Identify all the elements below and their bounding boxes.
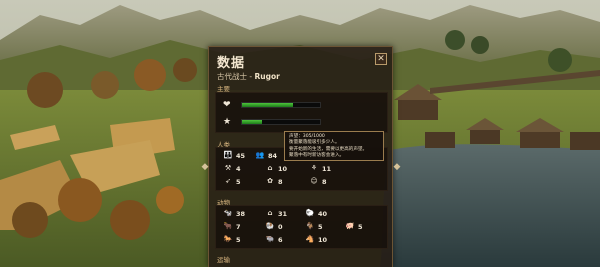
shelter-icon: ⌂	[267, 209, 273, 217]
people-gatherers-value: 8	[278, 177, 283, 186]
animals-shelter: ⌂ 31	[265, 209, 287, 218]
animals-sheep: 🐏 0	[265, 222, 283, 231]
panel-title: 数据	[217, 56, 246, 71]
animals-oxen: 🐃 6	[265, 235, 283, 244]
farmer-icon: ⚘	[310, 164, 318, 172]
animals-goats: 🐐 5	[305, 222, 323, 231]
sheep-icon: 🐏	[265, 222, 275, 230]
animals-goats-value: 5	[318, 222, 323, 231]
animals-flock-value: 40	[318, 209, 328, 218]
people-builders: ⌂ 10	[265, 164, 287, 173]
animals-oxen-value: 6	[278, 235, 283, 244]
animals-donkeys-value: 10	[318, 235, 328, 244]
builder-icon: ⌂	[267, 164, 273, 172]
animals-pigs-value: 5	[358, 222, 363, 231]
heart-hand-icon: ❤	[223, 100, 231, 110]
gatherer-icon: ✿	[267, 177, 273, 185]
prestige-bar	[241, 119, 321, 125]
people-hunters-value: 5	[236, 177, 241, 186]
people-hunters: ➶ 5	[223, 177, 241, 186]
adult-icon: 👥	[255, 151, 265, 159]
animals-cows: 🐂 7	[223, 222, 241, 231]
animals-flock: 🐑 40	[305, 209, 327, 218]
animals-horses: 🐎 5	[223, 235, 241, 244]
close-button[interactable]: ✕	[375, 53, 387, 65]
animals-horses-value: 5	[236, 235, 241, 244]
prestige-bar-fill	[242, 120, 263, 124]
subtitle-prefix: 古代战士 -	[217, 72, 255, 81]
animals-shelter-value: 31	[278, 209, 288, 218]
flock-icon: 🐑	[305, 209, 315, 217]
people-children-value: 8	[322, 177, 327, 186]
people-gatherers: ✿ 8	[265, 177, 283, 186]
tooltip-line-3: 聚落中有时新访客会进入。	[289, 153, 345, 159]
horse-icon: 🐎	[223, 235, 233, 243]
pig-icon: 🐖	[345, 222, 355, 230]
settlement-subtitle: 古代战士 - Rugor	[217, 71, 280, 82]
people-total-value: 45	[236, 151, 246, 160]
star-icon: ★	[223, 117, 232, 127]
prev-arrow-icon[interactable]: ◆	[200, 161, 210, 173]
herd-icon: 🐄	[223, 209, 233, 217]
group-icon: 👪	[223, 151, 233, 159]
people-workers: ⚒ 4	[223, 164, 241, 173]
people-adults-value: 84	[268, 151, 278, 160]
donkey-icon: 🐴	[305, 235, 315, 243]
people-workers-value: 4	[236, 164, 241, 173]
prestige-tooltip: 声望：305/1000 衡量聚落能吸引多少人。 要开始新的生活，需要以更高的声望…	[284, 131, 384, 161]
happiness-bar-row[interactable]: ❤	[223, 100, 321, 110]
animals-donkeys: 🐴 10	[305, 235, 327, 244]
people-adults: 👥 84	[255, 151, 277, 160]
people-farmers: ⚘ 11	[309, 164, 331, 173]
people-children: ☺ 8	[309, 177, 327, 186]
hunter-icon: ➶	[225, 177, 231, 185]
happiness-bar	[241, 102, 321, 108]
cow-icon: 🐂	[223, 222, 233, 230]
prestige-bar-row[interactable]: ★	[223, 117, 321, 127]
worker-icon: ⚒	[224, 164, 232, 172]
leader-name: Rugor	[254, 72, 280, 81]
ox-icon: 🐃	[265, 235, 275, 243]
people-builders-value: 10	[278, 164, 288, 173]
animals-cows-value: 7	[236, 222, 241, 231]
child-icon: ☺	[310, 177, 318, 185]
next-arrow-icon[interactable]: ◆	[392, 161, 402, 173]
animals-pigs: 🐖 5	[345, 222, 363, 231]
happiness-bar-fill	[242, 103, 294, 107]
people-total: 👪 45	[223, 151, 245, 160]
animals-herd-value: 38	[236, 209, 246, 218]
goat-icon: 🐐	[305, 222, 315, 230]
section-transport-label: 运输	[217, 256, 230, 264]
animals-sheep-value: 0	[278, 222, 283, 231]
people-farmers-value: 11	[322, 164, 332, 173]
animals-herd: 🐄 38	[223, 209, 245, 218]
